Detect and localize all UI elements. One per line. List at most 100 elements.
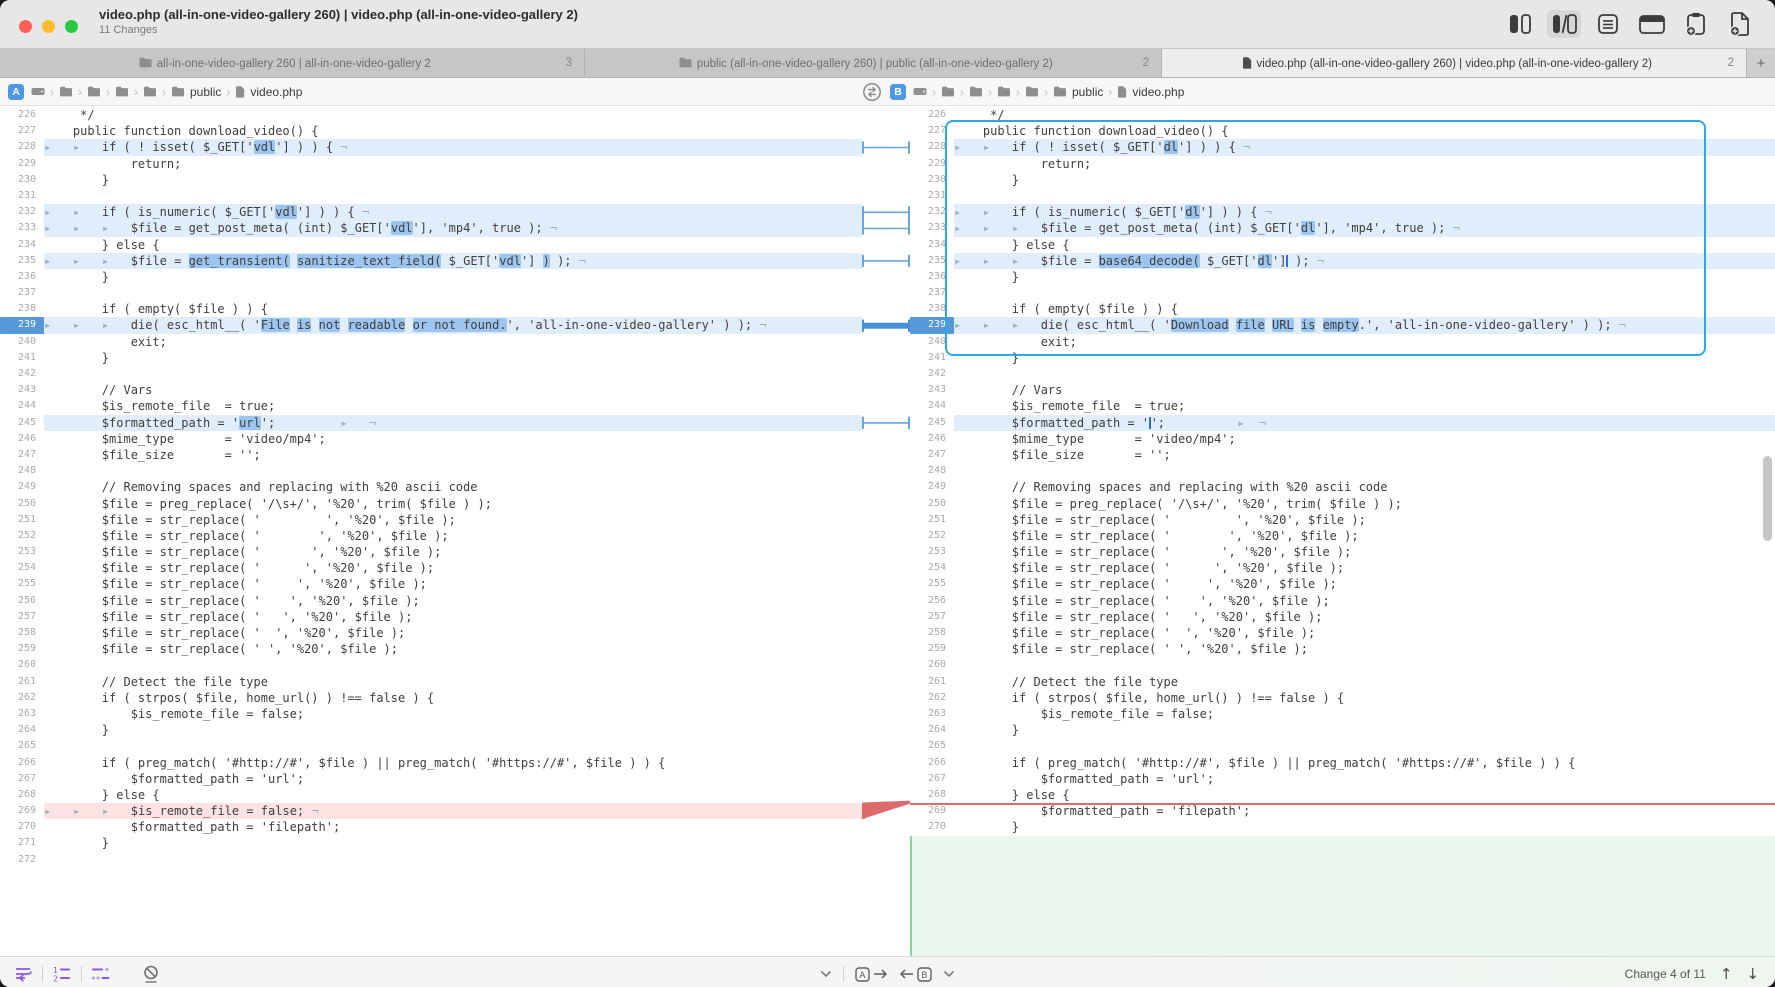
close-button[interactable]	[19, 20, 32, 33]
code-line[interactable]: 232▸ ▸ if ( is_numeric( $_GET['vdl'] ) )…	[0, 204, 862, 220]
drive-icon[interactable]	[31, 86, 45, 97]
line-number: 230	[910, 172, 954, 188]
code-text: // Vars	[954, 382, 1775, 398]
code-line: 265	[910, 738, 1775, 754]
code-line[interactable]: 245 $formatted_path = 'url'; ▸ ¬	[0, 415, 862, 431]
code-line[interactable]: 269▸ ▸ ▸ $is_remote_file = false; ¬	[0, 803, 862, 819]
code-line[interactable]: 235▸ ▸ ▸ $file = base64_decode( $_GET['d…	[910, 253, 1775, 269]
line-number: 238	[0, 301, 44, 317]
code-text: }	[954, 269, 1775, 285]
new-tab-button[interactable]: +	[1747, 49, 1775, 77]
code-text: $file_size = '';	[954, 447, 1775, 463]
tab-badge: 3	[566, 57, 572, 69]
line-number: 248	[910, 463, 954, 479]
line-number: 238	[910, 301, 954, 317]
line-number: 233	[0, 220, 44, 236]
code-line[interactable]: 232▸ ▸ if ( is_numeric( $_GET['dl'] ) ) …	[910, 204, 1775, 220]
folder-crumb-icon[interactable]	[143, 86, 157, 97]
code-text: } else {	[954, 787, 1775, 803]
file-shelf-icon[interactable]	[1635, 10, 1669, 38]
merge-from-b-button[interactable]: B	[899, 967, 932, 982]
folder-crumb-icon[interactable]	[969, 86, 983, 97]
folder-crumb-icon[interactable]	[115, 86, 129, 97]
line-number: 261	[0, 674, 44, 690]
merge-from-a-button[interactable]: A	[855, 967, 888, 982]
code-line: 267 $formatted_path = 'url';	[0, 771, 862, 787]
zoom-button[interactable]	[65, 20, 78, 33]
swap-sides-icon[interactable]	[862, 82, 882, 102]
code-text: ▸ ▸ ▸ $file = get_post_meta( (int) $_GET…	[44, 220, 862, 236]
line-number: 271	[0, 835, 44, 851]
vertical-scrollbar[interactable]	[1763, 456, 1772, 541]
code-line[interactable]: 239▸ ▸ ▸ die( esc_html__( 'File is not r…	[0, 317, 862, 333]
two-up-view-icon[interactable]	[1503, 10, 1537, 38]
line-number: 251	[0, 512, 44, 528]
view-toolbar	[1503, 10, 1757, 38]
code-line: 257 $file = str_replace( ' ', '%20', $fi…	[910, 609, 1775, 625]
scope-chevron-icon[interactable]	[820, 970, 832, 978]
code-line[interactable]: 235▸ ▸ ▸ $file = get_transient( sanitize…	[0, 253, 862, 269]
code-line[interactable]: 245 $formatted_path = ''; ▸ ¬	[910, 415, 1775, 431]
line-number: 246	[0, 431, 44, 447]
breadcrumb-separator: ›	[50, 85, 54, 99]
code-line: 268 } else {	[910, 787, 1775, 803]
folder-crumb-icon[interactable]	[1025, 86, 1039, 97]
code-text: $file = str_replace( ' ', '%20', $file )…	[44, 544, 862, 560]
breadcrumb-separator: ›	[960, 85, 964, 99]
code-text: $file = str_replace( ' ', '%20', $file )…	[954, 593, 1775, 609]
merge-chevron-icon[interactable]	[943, 970, 955, 978]
code-text: }	[44, 350, 862, 366]
line-number: 229	[910, 156, 954, 172]
code-line[interactable]: 233▸ ▸ ▸ $file = get_post_meta( (int) $_…	[910, 220, 1775, 236]
svg-text:A: A	[859, 971, 866, 981]
title-bar: video.php (all-in-one-video-gallery 260)…	[0, 0, 1775, 49]
folder-crumb-icon[interactable]	[87, 86, 101, 97]
line-number: 228	[910, 139, 954, 155]
fluid-view-icon[interactable]	[1547, 10, 1581, 38]
code-line[interactable]: 233▸ ▸ ▸ $file = get_post_meta( (int) $_…	[0, 220, 862, 236]
tab-folder-comparison[interactable]: all-in-one-video-gallery 260 | all-in-on…	[0, 49, 585, 77]
code-line: 230 }	[910, 172, 1775, 188]
line-number: 228	[0, 139, 44, 155]
tab-video-php-comparison[interactable]: video.php (all-in-one-video-gallery 260)…	[1162, 49, 1747, 77]
code-text: }	[44, 172, 862, 188]
code-line[interactable]: 228▸ ▸ if ( ! isset( $_GET['dl'] ) ) { ¬	[910, 139, 1775, 155]
code-line: 266 if ( preg_match( '#http://#', $file …	[910, 755, 1775, 771]
code-line: 262 if ( strpos( $file, home_url() ) !==…	[0, 690, 862, 706]
code-text	[954, 366, 1775, 382]
document-icon	[1243, 57, 1251, 68]
tab-badge: 2	[1728, 57, 1734, 69]
next-change-button[interactable]: ↓	[1746, 965, 1759, 983]
previous-change-button[interactable]: ↑	[1720, 965, 1733, 983]
new-comparison-icon[interactable]	[1723, 10, 1757, 38]
code-line: 240 exit;	[910, 334, 1775, 350]
code-text	[954, 657, 1775, 673]
code-line: 260	[910, 657, 1775, 673]
breadcrumb-b: B › › › › › public › video.php	[862, 78, 1775, 105]
folder-crumb-icon[interactable]	[59, 86, 73, 97]
code-text	[954, 738, 1775, 754]
code-line[interactable]: 239▸ ▸ ▸ die( esc_html__( 'Download file…	[910, 317, 1775, 333]
file-crumb-video-php[interactable]: video.php	[1117, 85, 1184, 99]
code-text: */	[954, 107, 1775, 123]
unified-view-icon[interactable]	[1591, 10, 1625, 38]
copy-to-clipboard-icon[interactable]	[1679, 10, 1713, 38]
folder-crumb-icon[interactable]	[941, 86, 955, 97]
file-crumb-video-php[interactable]: video.php	[235, 85, 302, 99]
insertion-block	[910, 836, 1775, 956]
line-number: 268	[910, 787, 954, 803]
folder-crumb-public[interactable]: public	[1053, 85, 1103, 99]
code-line: 259 $file = str_replace( ' ', '%20', $fi…	[910, 641, 1775, 657]
drive-icon[interactable]	[913, 86, 927, 97]
line-number: 231	[0, 188, 44, 204]
line-number: 257	[910, 609, 954, 625]
minimize-button[interactable]	[42, 20, 55, 33]
code-text: $is_remote_file = false;	[954, 706, 1775, 722]
folder-crumb-public[interactable]: public	[171, 85, 221, 99]
code-text: }	[954, 819, 1775, 835]
folder-crumb-icon[interactable]	[997, 86, 1011, 97]
code-text: $mime_type = 'video/mp4';	[954, 431, 1775, 447]
code-text: $mime_type = 'video/mp4';	[44, 431, 862, 447]
tab-public-comparison[interactable]: public (all-in-one-video-gallery 260) | …	[585, 49, 1162, 77]
code-line[interactable]: 228▸ ▸ if ( ! isset( $_GET['vdl'] ) ) { …	[0, 139, 862, 155]
